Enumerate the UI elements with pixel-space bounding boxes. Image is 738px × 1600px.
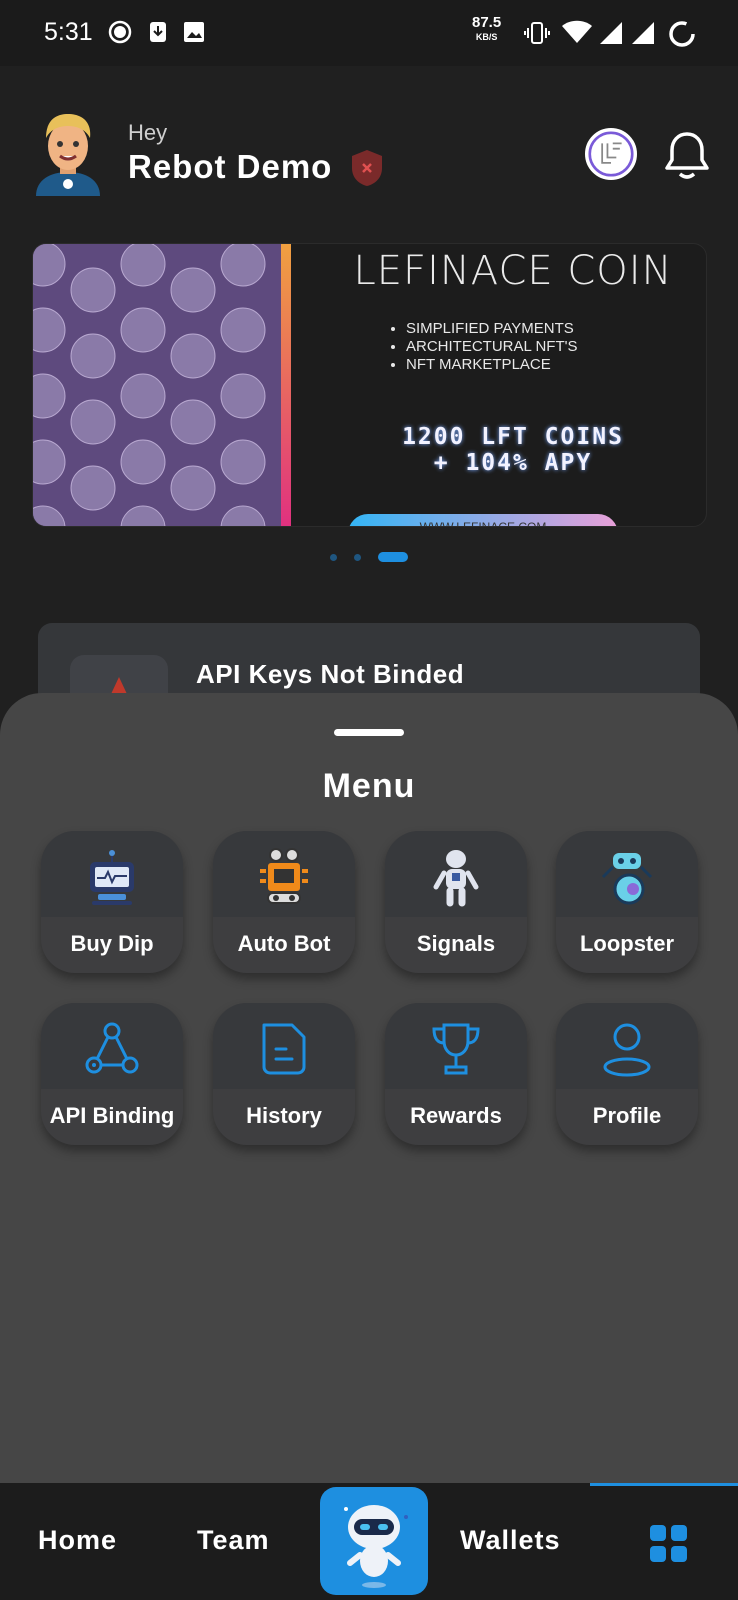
banner-feature: NFT MARKETPLACE xyxy=(406,356,577,374)
banner-feature: ARCHITECTURAL NFT'S xyxy=(406,338,577,356)
menu-item-label: API Binding xyxy=(49,1103,175,1128)
status-time: 5:31 xyxy=(44,18,93,46)
notification-bell-icon[interactable] xyxy=(664,130,710,182)
banner-feature-list: SIMPLIFIED PAYMENTS ARCHITECTURAL NFT'S … xyxy=(388,320,577,374)
unverified-shield-icon[interactable] xyxy=(350,148,384,188)
coin-pattern-image xyxy=(33,244,281,526)
menu-item-buy-dip[interactable]: Buy Dip xyxy=(41,831,183,973)
signal-icon-2 xyxy=(632,22,654,44)
record-icon xyxy=(108,20,132,44)
share-nodes-icon xyxy=(85,1022,139,1074)
menu-item-signals[interactable]: Signals xyxy=(385,831,527,973)
menu-item-history[interactable]: History xyxy=(213,1003,355,1145)
sheet-drag-handle[interactable] xyxy=(334,729,404,736)
menu-item-loopster[interactable]: Loopster xyxy=(556,831,698,973)
signal-icon xyxy=(600,22,622,44)
banner-offer: 1200 LFT COINS + 104% APY xyxy=(402,424,624,476)
menu-item-auto-bot[interactable]: Auto Bot xyxy=(213,831,355,973)
net-speed: 87.5 KB/S xyxy=(472,14,502,42)
menu-item-label: History xyxy=(246,1103,322,1128)
menu-grid-icon[interactable] xyxy=(650,1525,688,1563)
humanoid-robot-icon xyxy=(433,850,479,907)
status-bar: 5:31 87.5 KB/S xyxy=(0,0,738,66)
carousel-dot-active[interactable] xyxy=(378,552,408,562)
nav-wallets[interactable]: Wallets xyxy=(460,1525,561,1556)
menu-item-label: Profile xyxy=(592,1103,662,1128)
menu-item-label: Rewards xyxy=(410,1103,502,1128)
menu-title: Menu xyxy=(322,767,416,805)
user-name: Rebot Demo xyxy=(128,148,333,185)
monitor-robot-icon xyxy=(90,850,134,905)
user-icon xyxy=(603,1023,651,1077)
trophy-icon xyxy=(432,1023,480,1075)
menu-item-label: Auto Bot xyxy=(237,931,331,956)
user-avatar[interactable] xyxy=(30,112,106,196)
menu-item-profile[interactable]: Profile xyxy=(556,1003,698,1145)
wifi-icon xyxy=(562,20,592,43)
lefinace-logo-icon[interactable] xyxy=(585,128,637,180)
banner-url-button[interactable]: WWW.LEFINACE.COM xyxy=(348,514,618,526)
banner-feature: SIMPLIFIED PAYMENTS xyxy=(406,320,577,338)
bot-fab-button[interactable] xyxy=(320,1487,428,1595)
orange-robot-icon xyxy=(260,848,308,904)
download-icon xyxy=(150,22,166,42)
api-card-title: API Keys Not Binded xyxy=(196,659,465,689)
menu-bottom-sheet: Menu Buy Dip Auto Bot Signals Loopster A… xyxy=(0,693,738,1483)
vibrate-icon xyxy=(524,22,550,44)
menu-item-label: Signals xyxy=(416,931,496,956)
wheel-robot-icon xyxy=(601,853,653,905)
greeting-text: Hey xyxy=(128,120,168,145)
carousel-dot[interactable] xyxy=(330,554,337,561)
carousel-dot[interactable] xyxy=(354,554,361,561)
image-icon xyxy=(184,22,204,42)
robot-mascot-icon xyxy=(344,1505,408,1588)
banner-divider xyxy=(281,244,291,526)
menu-item-label: Loopster xyxy=(579,931,675,956)
bottom-navigation: Home Team Wallets xyxy=(0,1483,738,1600)
promo-banner[interactable]: LEFINACE COIN SIMPLIFIED PAYMENTS ARCHIT… xyxy=(32,243,707,527)
document-icon xyxy=(262,1023,306,1075)
nav-home[interactable]: Home xyxy=(38,1525,117,1556)
banner-title: LEFINACE COIN xyxy=(353,248,673,294)
menu-item-rewards[interactable]: Rewards xyxy=(385,1003,527,1145)
battery-saver-icon xyxy=(669,21,695,47)
menu-item-api-binding[interactable]: API Binding xyxy=(41,1003,183,1145)
menu-item-label: Buy Dip xyxy=(70,931,154,956)
nav-team[interactable]: Team xyxy=(197,1525,270,1556)
nav-active-indicator xyxy=(590,1483,738,1486)
